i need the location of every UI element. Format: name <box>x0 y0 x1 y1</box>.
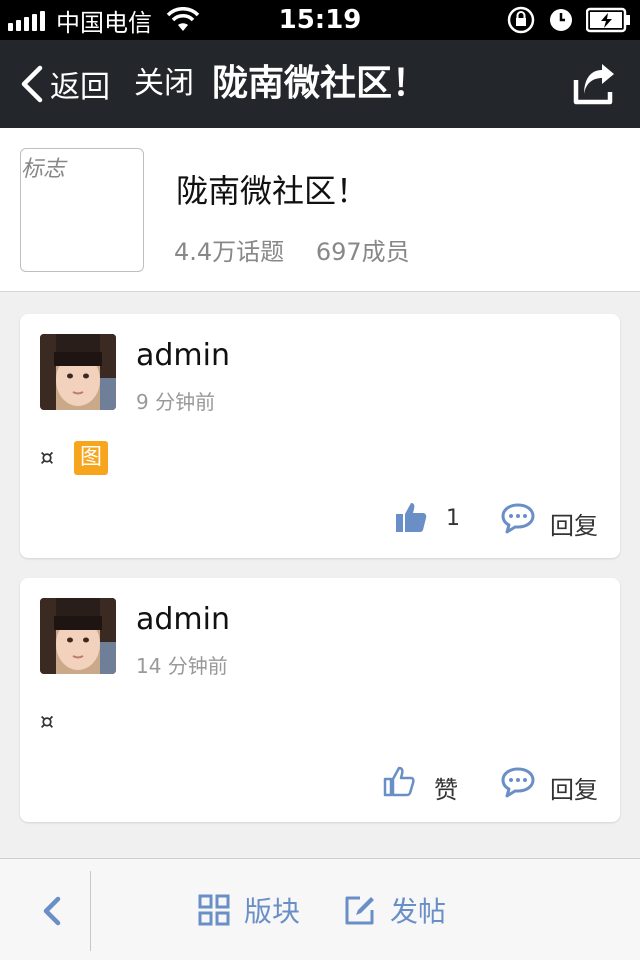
new-post-button[interactable]: 发帖 <box>344 859 446 960</box>
post-card[interactable]: admin 14 分钟前 ¤ 赞 回复 <box>20 578 620 822</box>
alarm-icon <box>550 9 572 31</box>
post-content[interactable]: ¤ <box>40 704 74 740</box>
avatar[interactable] <box>40 334 116 410</box>
reply-button[interactable]: 回复 <box>550 770 598 805</box>
share-icon[interactable] <box>570 62 616 108</box>
post-author[interactable]: admin <box>136 602 230 637</box>
comment-icon[interactable] <box>500 766 536 798</box>
sections-label: 版块 <box>244 895 301 928</box>
post-content[interactable]: ¤ 图 <box>40 440 108 476</box>
content-glyph: ¤ <box>40 445 54 471</box>
grid-icon <box>198 894 230 926</box>
like-button-label[interactable]: 赞 <box>434 770 458 805</box>
post-card[interactable]: admin 9 分钟前 ¤ 图 1 回复 <box>20 314 620 558</box>
image-badge: 图 <box>74 441 108 475</box>
edit-icon <box>345 896 374 925</box>
post-author[interactable]: admin <box>136 338 230 373</box>
rotation-lock-icon <box>507 6 535 34</box>
status-bar: 中国电信 15:19 <box>0 0 640 40</box>
bottom-toolbar: 版块 发帖 <box>0 858 640 960</box>
group-logo: 标志 <box>20 148 144 272</box>
battery-icon <box>586 7 630 33</box>
content-glyph: ¤ <box>40 709 54 735</box>
page-title: 陇南微社区！ <box>211 63 428 104</box>
back-label: 返回 <box>50 70 110 105</box>
group-name: 陇南微社区！ <box>176 172 369 210</box>
comment-icon[interactable] <box>500 502 536 534</box>
post-time: 9 分钟前 <box>136 390 216 414</box>
thumbs-up-icon[interactable] <box>394 500 428 534</box>
nav-bar: 返回 关闭 陇南微社区！ <box>0 40 640 128</box>
chevron-left-icon <box>21 65 43 103</box>
like-count: 1 <box>446 506 460 531</box>
sections-button[interactable]: 版块 <box>198 859 300 960</box>
logo-alt-text: 标志 <box>21 157 66 182</box>
avatar[interactable] <box>40 598 116 674</box>
back-button[interactable]: 返回 <box>18 40 110 128</box>
thumbs-up-icon[interactable] <box>382 764 416 798</box>
chevron-left-icon[interactable] <box>30 889 74 933</box>
toolbar-divider <box>90 871 91 951</box>
reply-button[interactable]: 回复 <box>550 506 598 541</box>
members-count: 697成员 <box>315 238 410 266</box>
post-time: 14 分钟前 <box>136 654 228 678</box>
new-post-label: 发帖 <box>390 895 447 928</box>
group-header: 标志 陇南微社区！ 4.4万话题 697成员 <box>0 128 640 292</box>
group-stats: 4.4万话题 697成员 <box>174 232 434 267</box>
status-right <box>496 0 632 40</box>
topics-count: 4.4万话题 <box>174 238 285 266</box>
